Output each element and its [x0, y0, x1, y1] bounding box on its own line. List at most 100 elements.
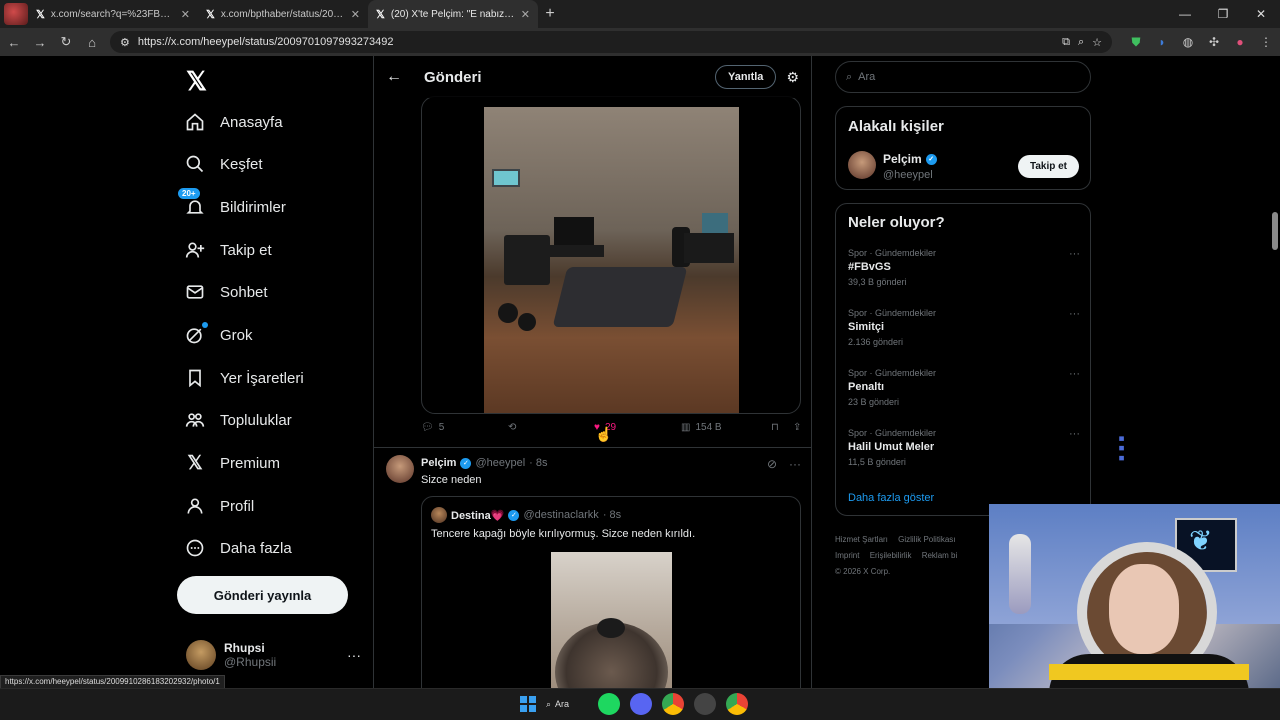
browser-tab-3[interactable]: 𝕏 (20) X'te Pelçim: "E nabızdan rö ✕	[368, 0, 538, 28]
browser-tab-2[interactable]: 𝕏 x.com/bpthaber/status/200992 ✕	[198, 0, 368, 28]
nav-item-follow[interactable]: Takip et	[184, 235, 272, 265]
tweet-header: Pelçim ✓ @heeypel · 8s	[421, 457, 548, 469]
close-icon[interactable]: ✕	[521, 8, 530, 21]
more-icon[interactable]: ···	[1069, 368, 1080, 380]
person-name[interactable]: Pelçim ✓	[883, 152, 937, 166]
footer-link[interactable]: Gizlilik Politikası	[898, 535, 955, 544]
profile-avatar-icon[interactable]: ●	[1232, 35, 1248, 49]
chrome-icon[interactable]	[726, 693, 748, 715]
shield-icon[interactable]: ⛊	[1128, 35, 1144, 50]
nav-item-more[interactable]: Daha fazla	[184, 533, 292, 563]
x-logo-icon[interactable]: 𝕏	[186, 66, 207, 97]
nav-item-bookmarks[interactable]: Yer İşaretleri	[184, 363, 304, 393]
share-action[interactable]: ⇪	[793, 422, 801, 433]
comment-icon: 💬︎	[421, 422, 434, 433]
bookmark-action[interactable]: ⊓	[771, 422, 793, 433]
follow-button[interactable]: Takip et	[1017, 155, 1079, 178]
reply-button[interactable]: Yanıtla	[714, 65, 777, 89]
nav-item-premium[interactable]: 𝕏 Premium	[184, 448, 280, 478]
close-window-icon[interactable]: ✕	[1242, 0, 1280, 28]
quoted-tweet[interactable]: Destina💗 ✓ @destinaclarkk · 8s Tencere k…	[421, 496, 801, 720]
close-icon[interactable]: ✕	[181, 8, 190, 21]
more-icon[interactable]: ···	[1069, 428, 1080, 440]
footer-link[interactable]: Reklam bi	[922, 551, 958, 560]
profile-icon	[184, 495, 206, 517]
star-icon[interactable]: ☆	[1092, 36, 1102, 49]
grok-icon[interactable]: ⊘	[767, 457, 777, 471]
back-icon[interactable]: ←	[6, 35, 22, 50]
search-input[interactable]: ⌕ Ara	[835, 61, 1091, 93]
repost-action[interactable]: ⟲	[508, 422, 594, 433]
obs-icon[interactable]	[694, 693, 716, 715]
restore-icon[interactable]: ❐	[1204, 0, 1242, 28]
nav-item-notifications[interactable]: 20+ Bildirimler	[178, 188, 286, 222]
bookmark-icon	[184, 367, 206, 389]
sliders-icon[interactable]: ⚙	[786, 69, 799, 86]
avatar[interactable]	[386, 455, 414, 483]
views-action[interactable]: ▥ 154 B	[681, 422, 771, 433]
repost-icon: ⟲	[508, 422, 517, 433]
post-button[interactable]: Gönderi yayınla	[177, 576, 348, 614]
nav-item-grok[interactable]: Grok	[184, 320, 253, 350]
bedroom-photo[interactable]	[484, 107, 739, 413]
more-icon[interactable]: ···	[1069, 308, 1080, 320]
nav-item-communities[interactable]: Topluluklar	[184, 405, 292, 435]
author-name[interactable]: Pelçim	[421, 457, 456, 469]
forward-icon[interactable]: →	[32, 35, 48, 50]
taskbar-search[interactable]: ⌕ Ara	[546, 693, 588, 715]
extension-icon[interactable]: ◍	[1180, 35, 1196, 49]
main-header: ← Gönderi Yanıtla ⚙	[374, 56, 811, 98]
more-icon[interactable]: ···	[1069, 248, 1080, 260]
nav-item-explore[interactable]: Keşfet	[184, 149, 263, 179]
show-more-link[interactable]: Daha fazla göster	[848, 492, 934, 504]
trend-item[interactable]: Spor · Gündemdekiler Simitçi 2.136 gönde…	[848, 308, 1080, 347]
photo-detail	[518, 313, 536, 331]
nav-item-profile[interactable]: Profil	[184, 491, 254, 521]
menu-icon[interactable]: ⋮	[1258, 35, 1274, 49]
nav-label: Bildirimler	[220, 198, 286, 216]
new-tab-button[interactable]: +	[538, 5, 562, 23]
account-switcher[interactable]: Rhupsi @Rhupsii ···	[186, 640, 361, 670]
trend-item[interactable]: Spor · Gündemdekiler Halil Umut Meler 11…	[848, 428, 1080, 467]
trend-item[interactable]: Spor · Gündemdekiler Penaltı 23 B gönder…	[848, 368, 1080, 407]
trend-item[interactable]: Spor · Gündemdekiler #FBvGS 39,3 B gönde…	[848, 248, 1080, 287]
footer-link[interactable]: Hizmet Şartları	[835, 535, 888, 544]
reload-icon[interactable]: ↻	[58, 34, 74, 50]
reply-action[interactable]: 💬︎ 5	[421, 422, 508, 433]
author-handle[interactable]: @heeypel	[475, 457, 525, 469]
puzzle-icon[interactable]: ✣	[1206, 35, 1222, 49]
avatar[interactable]	[848, 151, 876, 179]
timestamp[interactable]: · 8s	[529, 457, 547, 469]
spotify-icon[interactable]	[598, 693, 620, 715]
photo-detail	[504, 235, 550, 285]
back-arrow-icon[interactable]: ←	[386, 68, 416, 86]
more-icon[interactable]: ···	[347, 647, 361, 663]
more-icon[interactable]: ···	[789, 457, 801, 471]
new-dot	[202, 322, 208, 328]
nav-item-home[interactable]: Anasayfa	[184, 107, 283, 137]
zoom-icon[interactable]: ⌕	[1078, 36, 1084, 49]
scrollbar-thumb[interactable]	[1272, 212, 1278, 250]
profile-tab-icon[interactable]	[4, 3, 28, 25]
install-icon[interactable]: ⧉	[1062, 36, 1070, 49]
site-info-icon[interactable]: ⚙	[120, 36, 130, 49]
extension-icon[interactable]: ◗	[1154, 35, 1170, 49]
discord-icon[interactable]	[630, 693, 652, 715]
nav-label: Takip et	[220, 241, 272, 259]
tweet-media[interactable]	[421, 96, 801, 414]
browser-tab-1[interactable]: 𝕏 x.com/search?q=%23FBvGS&s ✕	[28, 0, 198, 28]
windows-start-icon[interactable]	[520, 696, 536, 712]
search-icon: ⌕	[846, 70, 853, 83]
nav-item-chat[interactable]: Sohbet	[184, 277, 268, 307]
footer-link[interactable]: Imprint	[835, 551, 859, 560]
chrome-icon[interactable]	[662, 693, 684, 715]
minimize-icon[interactable]: —	[1166, 0, 1204, 28]
trend-name: Halil Umut Meler	[848, 441, 935, 453]
photo-detail	[552, 267, 688, 327]
url-field[interactable]: ⚙ https://x.com/heeypel/status/200970109…	[110, 31, 1112, 53]
footer-link[interactable]: Erişilebilirlik	[870, 551, 912, 560]
close-icon[interactable]: ✕	[351, 8, 360, 21]
account-info: Rhupsi @Rhupsii	[224, 641, 276, 669]
home-icon[interactable]: ⌂	[84, 35, 100, 50]
verified-badge-icon: ✓	[460, 457, 472, 469]
